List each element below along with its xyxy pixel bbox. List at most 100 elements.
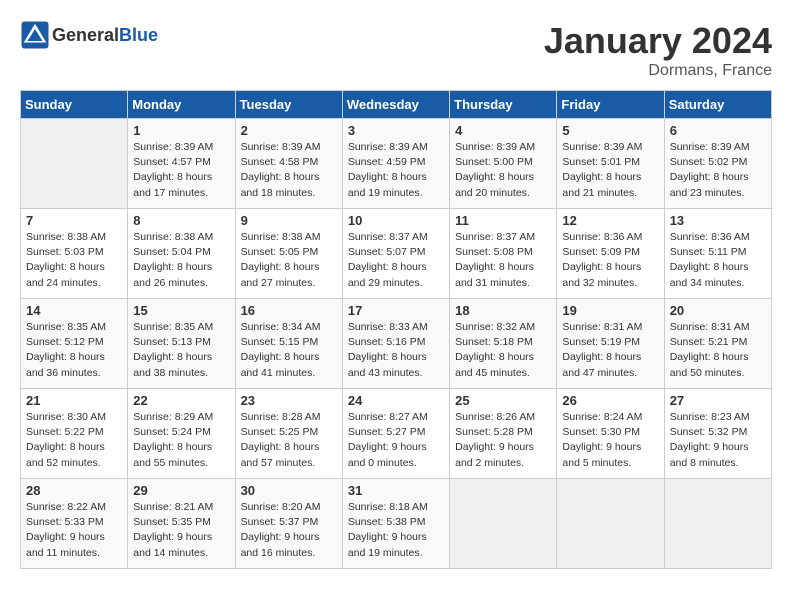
day-number: 18 [455, 303, 551, 318]
calendar-week-row: 14 Sunrise: 8:35 AMSunset: 5:12 PMDayligh… [21, 299, 772, 389]
day-info: Sunrise: 8:30 AMSunset: 5:22 PMDaylight:… [26, 410, 122, 471]
calendar-cell: 20Sunrise: 8:31 AMSunset: 5:21 PMDayligh… [664, 299, 771, 389]
calendar-week-row: 1 Sunrise: 8:39 AMSunset: 4:57 PMDaylight… [21, 119, 772, 209]
calendar-cell [664, 479, 771, 569]
weekday-header: Thursday [450, 91, 557, 119]
day-number: 15 [133, 303, 229, 318]
calendar-cell: 13 Sunrise: 8:36 AMSunset: 5:11 PMDayligh… [664, 209, 771, 299]
calendar-cell: 3 Sunrise: 8:39 AMSunset: 4:59 PMDaylight… [342, 119, 449, 209]
day-number: 28 [26, 483, 122, 498]
calendar-cell: 4 Sunrise: 8:39 AMSunset: 5:00 PMDaylight… [450, 119, 557, 209]
day-info: Sunrise: 8:23 AMSunset: 5:32 PMDaylight:… [670, 410, 766, 471]
day-number: 11 [455, 213, 551, 228]
calendar-cell: 25 Sunrise: 8:26 AMSunset: 5:28 PMDayligh… [450, 389, 557, 479]
title-area: January 2024 Dormans, France [544, 20, 772, 80]
calendar-body: 1 Sunrise: 8:39 AMSunset: 4:57 PMDaylight… [21, 119, 772, 569]
day-info: Sunrise: 8:38 AMSunset: 5:05 PMDaylight:… [241, 230, 337, 291]
day-number: 31 [348, 483, 444, 498]
day-info: Sunrise: 8:18 AMSunset: 5:38 PMDaylight:… [348, 500, 444, 561]
calendar-cell [450, 479, 557, 569]
day-number: 19 [562, 303, 658, 318]
day-info: Sunrise: 8:39 AMSunset: 5:02 PMDaylight:… [670, 140, 766, 201]
calendar-cell: 6 Sunrise: 8:39 AMSunset: 5:02 PMDaylight… [664, 119, 771, 209]
calendar-cell: 28 Sunrise: 8:22 AMSunset: 5:33 PMDayligh… [21, 479, 128, 569]
calendar-cell: 8 Sunrise: 8:38 AMSunset: 5:04 PMDaylight… [128, 209, 235, 299]
day-info: Sunrise: 8:35 AMSunset: 5:13 PMDaylight:… [133, 320, 229, 381]
day-number: 10 [348, 213, 444, 228]
calendar-cell: 26 Sunrise: 8:24 AMSunset: 5:30 PMDayligh… [557, 389, 664, 479]
calendar-cell: 14 Sunrise: 8:35 AMSunset: 5:12 PMDayligh… [21, 299, 128, 389]
day-number: 24 [348, 393, 444, 408]
day-number: 21 [26, 393, 122, 408]
day-info: Sunrise: 8:38 AMSunset: 5:04 PMDaylight:… [133, 230, 229, 291]
calendar-cell [557, 479, 664, 569]
calendar-cell: 9 Sunrise: 8:38 AMSunset: 5:05 PMDaylight… [235, 209, 342, 299]
day-info: Sunrise: 8:39 AMSunset: 5:00 PMDaylight:… [455, 140, 551, 201]
calendar-table: SundayMondayTuesdayWednesdayThursdayFrid… [20, 90, 772, 569]
calendar-cell: 1 Sunrise: 8:39 AMSunset: 4:57 PMDaylight… [128, 119, 235, 209]
day-number: 23 [241, 393, 337, 408]
day-number: 5 [562, 123, 658, 138]
day-info: Sunrise: 8:27 AMSunset: 5:27 PMDaylight:… [348, 410, 444, 471]
day-number: 6 [670, 123, 766, 138]
day-info: Sunrise: 8:35 AMSunset: 5:12 PMDaylight:… [26, 320, 122, 381]
calendar-week-row: 28 Sunrise: 8:22 AMSunset: 5:33 PMDayligh… [21, 479, 772, 569]
day-number: 17 [348, 303, 444, 318]
calendar-cell: 24 Sunrise: 8:27 AMSunset: 5:27 PMDayligh… [342, 389, 449, 479]
calendar-cell: 21 Sunrise: 8:30 AMSunset: 5:22 PMDayligh… [21, 389, 128, 479]
day-info: Sunrise: 8:33 AMSunset: 5:16 PMDaylight:… [348, 320, 444, 381]
day-number: 14 [26, 303, 122, 318]
day-number: 13 [670, 213, 766, 228]
day-number: 16 [241, 303, 337, 318]
day-info: Sunrise: 8:32 AMSunset: 5:18 PMDaylight:… [455, 320, 551, 381]
day-number: 9 [241, 213, 337, 228]
weekday-header: Tuesday [235, 91, 342, 119]
calendar-cell [21, 119, 128, 209]
logo: GeneralBlue [20, 20, 158, 50]
calendar-cell: 5 Sunrise: 8:39 AMSunset: 5:01 PMDaylight… [557, 119, 664, 209]
calendar-cell: 2 Sunrise: 8:39 AMSunset: 4:58 PMDaylight… [235, 119, 342, 209]
day-info: Sunrise: 8:36 AMSunset: 5:09 PMDaylight:… [562, 230, 658, 291]
day-info: Sunrise: 8:39 AMSunset: 4:57 PMDaylight:… [133, 140, 229, 201]
day-info: Sunrise: 8:39 AMSunset: 4:58 PMDaylight:… [241, 140, 337, 201]
logo-blue: Blue [119, 25, 158, 45]
day-number: 7 [26, 213, 122, 228]
day-number: 2 [241, 123, 337, 138]
day-number: 22 [133, 393, 229, 408]
calendar-cell: 29Sunrise: 8:21 AMSunset: 5:35 PMDayligh… [128, 479, 235, 569]
calendar-cell: 7 Sunrise: 8:38 AMSunset: 5:03 PMDaylight… [21, 209, 128, 299]
day-info: Sunrise: 8:22 AMSunset: 5:33 PMDaylight:… [26, 500, 122, 561]
day-info: Sunrise: 8:38 AMSunset: 5:03 PMDaylight:… [26, 230, 122, 291]
location-title: Dormans, France [544, 62, 772, 80]
day-info: Sunrise: 8:37 AMSunset: 5:08 PMDaylight:… [455, 230, 551, 291]
calendar-cell: 11 Sunrise: 8:37 AMSunset: 5:08 PMDayligh… [450, 209, 557, 299]
day-info: Sunrise: 8:36 AMSunset: 5:11 PMDaylight:… [670, 230, 766, 291]
day-info: Sunrise: 8:26 AMSunset: 5:28 PMDaylight:… [455, 410, 551, 471]
calendar-cell: 15 Sunrise: 8:35 AMSunset: 5:13 PMDayligh… [128, 299, 235, 389]
day-number: 29 [133, 483, 229, 498]
day-number: 4 [455, 123, 551, 138]
general-blue-icon [20, 20, 50, 50]
day-number: 26 [562, 393, 658, 408]
day-info: Sunrise: 8:24 AMSunset: 5:30 PMDaylight:… [562, 410, 658, 471]
calendar-cell: 31 Sunrise: 8:18 AMSunset: 5:38 PMDayligh… [342, 479, 449, 569]
month-title: January 2024 [544, 20, 772, 62]
calendar-cell: 30Sunrise: 8:20 AMSunset: 5:37 PMDayligh… [235, 479, 342, 569]
day-info: Sunrise: 8:34 AMSunset: 5:15 PMDaylight:… [241, 320, 337, 381]
weekday-header: Monday [128, 91, 235, 119]
day-number: 1 [133, 123, 229, 138]
calendar-week-row: 7 Sunrise: 8:38 AMSunset: 5:03 PMDaylight… [21, 209, 772, 299]
day-info: Sunrise: 8:39 AMSunset: 4:59 PMDaylight:… [348, 140, 444, 201]
calendar-cell: 27Sunrise: 8:23 AMSunset: 5:32 PMDayligh… [664, 389, 771, 479]
calendar-cell: 23 Sunrise: 8:28 AMSunset: 5:25 PMDayligh… [235, 389, 342, 479]
day-number: 8 [133, 213, 229, 228]
day-info: Sunrise: 8:20 AMSunset: 5:37 PMDaylight:… [241, 500, 337, 561]
day-info: Sunrise: 8:28 AMSunset: 5:25 PMDaylight:… [241, 410, 337, 471]
day-info: Sunrise: 8:31 AMSunset: 5:21 PMDaylight:… [670, 320, 766, 381]
day-number: 25 [455, 393, 551, 408]
weekday-header: Wednesday [342, 91, 449, 119]
day-info: Sunrise: 8:31 AMSunset: 5:19 PMDaylight:… [562, 320, 658, 381]
day-info: Sunrise: 8:39 AMSunset: 5:01 PMDaylight:… [562, 140, 658, 201]
day-number: 3 [348, 123, 444, 138]
weekday-header: Friday [557, 91, 664, 119]
